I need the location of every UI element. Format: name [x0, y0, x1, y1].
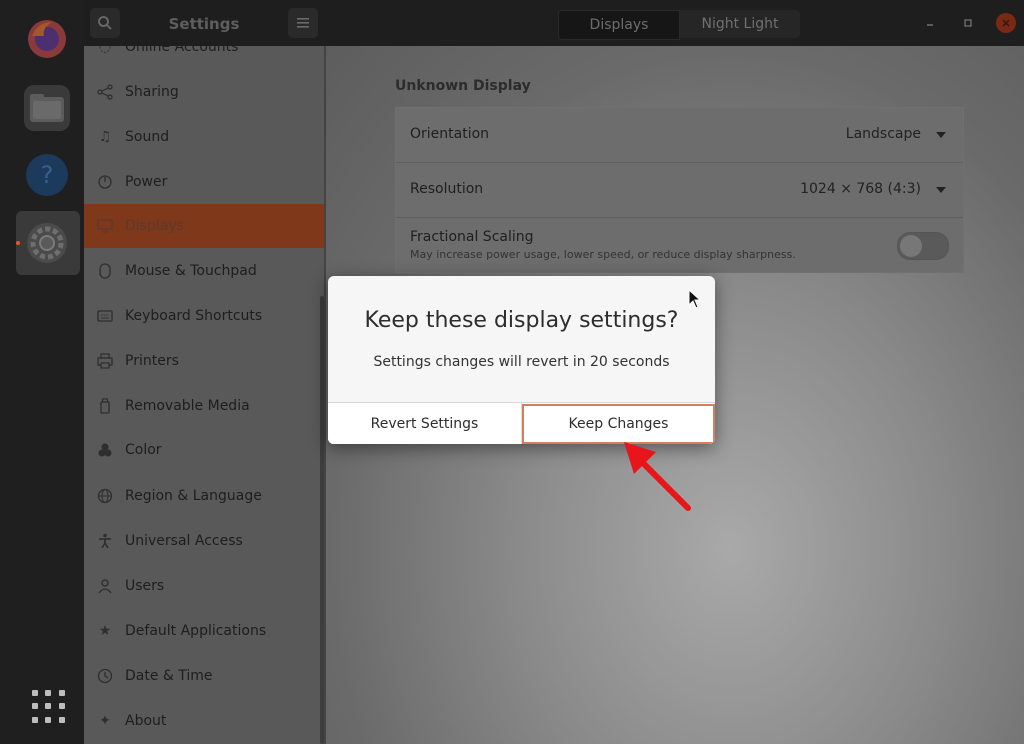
- sidebar-item-label: Color: [125, 442, 162, 458]
- color-icon: [96, 441, 114, 459]
- toggle-knob: [900, 235, 922, 257]
- maximize-button[interactable]: [958, 13, 978, 33]
- sidebar-item-displays[interactable]: Displays: [84, 204, 324, 248]
- resolution-row[interactable]: Resolution 1024 × 768 (4:3): [396, 163, 963, 218]
- sidebar: ◌ Online Accounts Sharing ♫ Sound Power …: [84, 46, 324, 744]
- resolution-value[interactable]: 1024 × 768 (4:3): [800, 181, 921, 197]
- orientation-row[interactable]: Orientation Landscape: [396, 108, 963, 163]
- sidebar-item-date-time[interactable]: Date & Time: [84, 654, 324, 698]
- sidebar-item-label: Mouse & Touchpad: [125, 263, 257, 279]
- annotation-arrow-icon: [624, 442, 691, 511]
- chevron-down-icon: [936, 187, 946, 193]
- view-switcher: Displays Night Light: [558, 10, 800, 40]
- sidebar-item-removable-media[interactable]: Removable Media: [84, 384, 324, 428]
- power-icon: [96, 173, 114, 191]
- plus-icon: ✦: [99, 713, 111, 729]
- sidebar-item-label: Online Accounts: [125, 46, 239, 55]
- sidebar-item-label: Date & Time: [125, 668, 213, 684]
- maximize-icon: [964, 19, 972, 27]
- header-left: Settings: [84, 0, 324, 46]
- menu-button[interactable]: [288, 8, 318, 38]
- display-icon: [96, 217, 114, 235]
- minimize-button[interactable]: [920, 13, 940, 33]
- close-button[interactable]: [996, 13, 1016, 33]
- sidebar-item-label: Universal Access: [125, 533, 243, 549]
- accessibility-icon: [96, 532, 114, 550]
- sidebar-item-about[interactable]: ✦ About: [84, 699, 324, 743]
- search-icon: [98, 16, 112, 30]
- sidebar-item-label: Region & Language: [125, 488, 262, 504]
- window-title: Settings: [168, 15, 240, 33]
- confirm-display-dialog: Keep these display settings? Settings ch…: [328, 276, 715, 444]
- svg-text:?: ?: [41, 161, 54, 189]
- sidebar-item-label: Default Applications: [125, 623, 267, 639]
- dock: ?: [0, 0, 84, 744]
- printer-icon: [96, 352, 114, 370]
- chevron-down-icon: [936, 132, 946, 138]
- sidebar-item-universal-access[interactable]: Universal Access: [84, 519, 324, 563]
- music-note-icon: ♫: [98, 129, 112, 145]
- dialog-title: Keep these display settings?: [364, 308, 679, 333]
- fractional-scaling-label: Fractional Scaling: [410, 229, 534, 245]
- tab-night-light[interactable]: Night Light: [680, 10, 800, 38]
- settings-gear-icon[interactable]: [24, 220, 70, 266]
- resolution-label: Resolution: [410, 181, 484, 197]
- sidebar-item-label: Printers: [125, 353, 179, 369]
- header-bar: Settings Displays Night Light: [84, 0, 1024, 46]
- display-name-heading: Unknown Display: [395, 78, 531, 94]
- sidebar-item-label: Keyboard Shortcuts: [125, 308, 263, 324]
- dialog-message: Settings changes will revert in 20 secon…: [373, 354, 670, 370]
- mouse-icon: [96, 262, 114, 280]
- sidebar-item-label: Users: [125, 578, 165, 594]
- sidebar-item-label: Displays: [125, 218, 184, 234]
- removable-media-icon: [96, 397, 114, 415]
- help-icon[interactable]: ?: [24, 152, 70, 198]
- online-accounts-icon: ◌: [98, 46, 112, 55]
- sidebar-item-region-language[interactable]: Region & Language: [84, 474, 324, 518]
- sidebar-item-color[interactable]: Color: [84, 428, 324, 472]
- sidebar-item-mouse-touchpad[interactable]: Mouse & Touchpad: [84, 249, 324, 293]
- firefox-icon[interactable]: [24, 16, 70, 62]
- mouse-pointer-icon: [688, 289, 702, 309]
- running-indicator: [16, 241, 20, 245]
- display-settings-panel: Orientation Landscape Resolution 1024 × …: [395, 107, 964, 273]
- orientation-value[interactable]: Landscape: [846, 126, 921, 142]
- sidebar-item-sharing[interactable]: Sharing: [84, 70, 324, 114]
- keyboard-icon: [96, 307, 114, 325]
- tab-displays[interactable]: Displays: [558, 10, 680, 40]
- minimize-icon: [927, 24, 933, 26]
- sidebar-item-keyboard-shortcuts[interactable]: Keyboard Shortcuts: [84, 294, 324, 338]
- sidebar-item-default-applications[interactable]: ★ Default Applications: [84, 609, 324, 653]
- share-icon: [96, 83, 114, 101]
- revert-settings-button[interactable]: Revert Settings: [328, 403, 522, 444]
- close-icon: [1002, 19, 1010, 27]
- globe-icon: [96, 487, 114, 505]
- star-icon: ★: [98, 623, 112, 639]
- orientation-label: Orientation: [410, 126, 490, 142]
- sidebar-item-label: Power: [125, 174, 168, 190]
- user-icon: [96, 577, 114, 595]
- show-applications-icon[interactable]: [32, 690, 66, 724]
- sidebar-item-users[interactable]: Users: [84, 564, 324, 608]
- search-button[interactable]: [90, 8, 120, 38]
- sidebar-item-printers[interactable]: Printers: [84, 339, 324, 383]
- files-icon[interactable]: [24, 85, 70, 131]
- sidebar-item-label: About: [125, 713, 167, 729]
- sidebar-item-label: Sharing: [125, 84, 179, 100]
- sidebar-item-power[interactable]: Power: [84, 160, 324, 204]
- fractional-scaling-toggle[interactable]: [897, 232, 949, 260]
- sidebar-item-online-accounts[interactable]: ◌ Online Accounts: [84, 46, 324, 69]
- sidebar-item-label: Removable Media: [125, 398, 250, 414]
- fractional-scaling-description: May increase power usage, lower speed, o…: [410, 248, 796, 261]
- sidebar-item-sound[interactable]: ♫ Sound: [84, 115, 324, 159]
- sidebar-item-label: Sound: [125, 129, 170, 145]
- hamburger-icon: [297, 18, 309, 28]
- fractional-scaling-row: Fractional Scaling May increase power us…: [396, 218, 963, 272]
- clock-icon: [96, 667, 114, 685]
